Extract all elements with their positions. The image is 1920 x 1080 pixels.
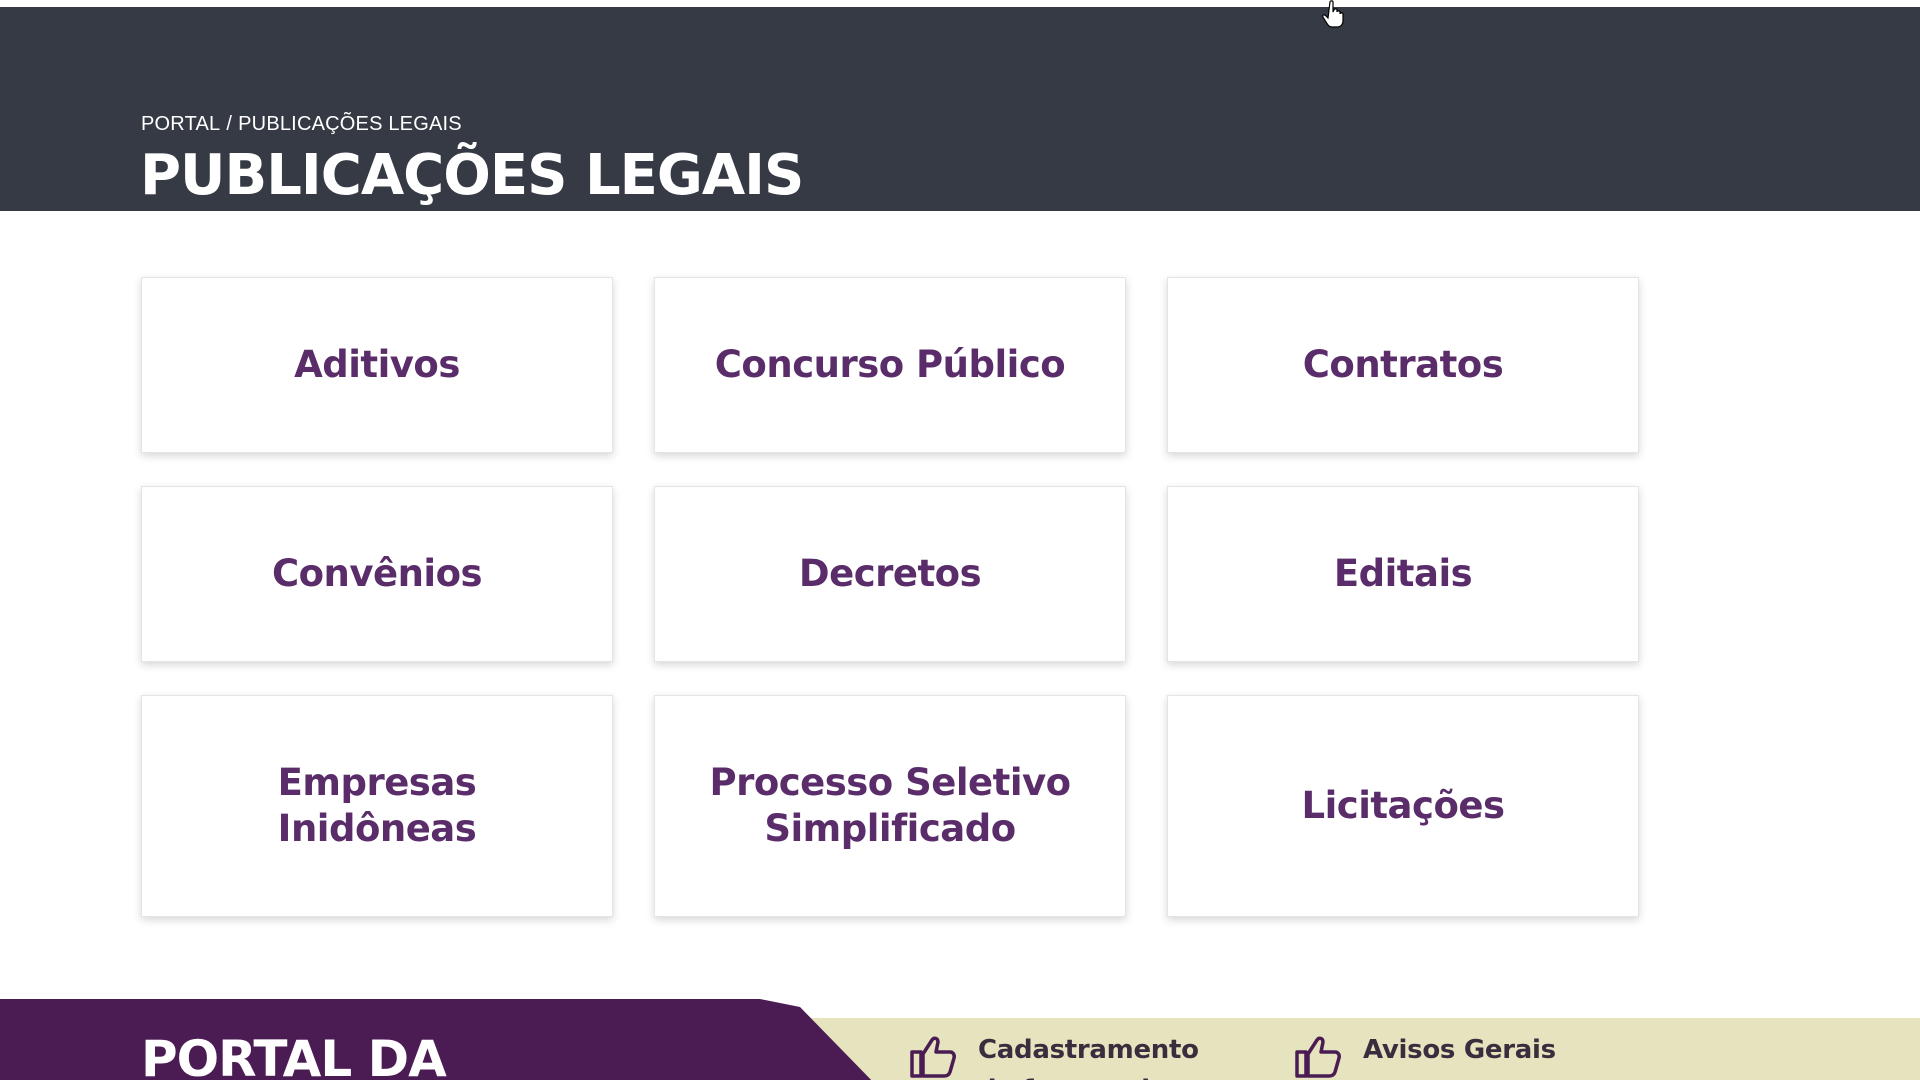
category-card-label: Contratos — [1302, 343, 1504, 386]
breadcrumb-separator: / — [226, 113, 233, 135]
category-card-label: Aditivos — [294, 343, 460, 386]
page-title: PUBLICAÇÕES LEGAIS — [140, 143, 804, 208]
thumbs-up-icon — [1295, 1036, 1341, 1078]
footer-title: PORTAL DA — [141, 1030, 447, 1080]
category-card-convenios[interactable]: Convênios — [141, 486, 613, 662]
category-card-licitacoes[interactable]: Licitações — [1167, 695, 1639, 917]
breadcrumb-home-link[interactable]: PORTAL — [141, 113, 220, 135]
category-grid: Aditivos Concurso Público Contratos Conv… — [141, 277, 1639, 917]
hand-cursor-icon — [1322, 0, 1344, 28]
category-card-empresas-inidoneas[interactable]: Empresas Inidôneas — [141, 695, 613, 917]
thumbs-up-icon — [910, 1036, 956, 1078]
category-card-label: Concurso Público — [714, 343, 1066, 386]
category-card-label: Decretos — [798, 552, 982, 595]
category-card-label: Processo Seletivo Simplificado — [709, 761, 1071, 850]
category-card-label: Licitações — [1301, 784, 1506, 827]
footer-link-label: Cadastramento de fornecedores — [978, 1035, 1213, 1080]
category-card-label: Empresas Inidôneas — [277, 761, 477, 850]
page: PORTAL / PUBLICAÇÕES LEGAIS PUBLICAÇÕES LE… — [0, 0, 1920, 1080]
category-card-concurso-publico[interactable]: Concurso Público — [654, 277, 1126, 453]
breadcrumb: PORTAL / PUBLICAÇÕES LEGAIS — [141, 113, 462, 136]
category-card-aditivos[interactable]: Aditivos — [141, 277, 613, 453]
category-card-decretos[interactable]: Decretos — [654, 486, 1126, 662]
category-card-label: Editais — [1333, 552, 1473, 595]
category-card-editais[interactable]: Editais — [1167, 486, 1639, 662]
category-card-contratos[interactable]: Contratos — [1167, 277, 1639, 453]
footer-link-label: Avisos Gerais — [1363, 1035, 1556, 1065]
category-card-processo-seletivo[interactable]: Processo Seletivo Simplificado — [654, 695, 1126, 917]
page-header: PORTAL / PUBLICAÇÕES LEGAIS PUBLICAÇÕES LE… — [0, 7, 1920, 211]
category-card-label: Convênios — [271, 552, 483, 595]
top-strip — [0, 0, 1920, 7]
footer-link-avisos-gerais[interactable]: Avisos Gerais — [1293, 1030, 1613, 1080]
breadcrumb-current: PUBLICAÇÕES LEGAIS — [238, 113, 462, 135]
footer-link-cadastramento[interactable]: Cadastramento de fornecedores — [908, 1030, 1228, 1080]
